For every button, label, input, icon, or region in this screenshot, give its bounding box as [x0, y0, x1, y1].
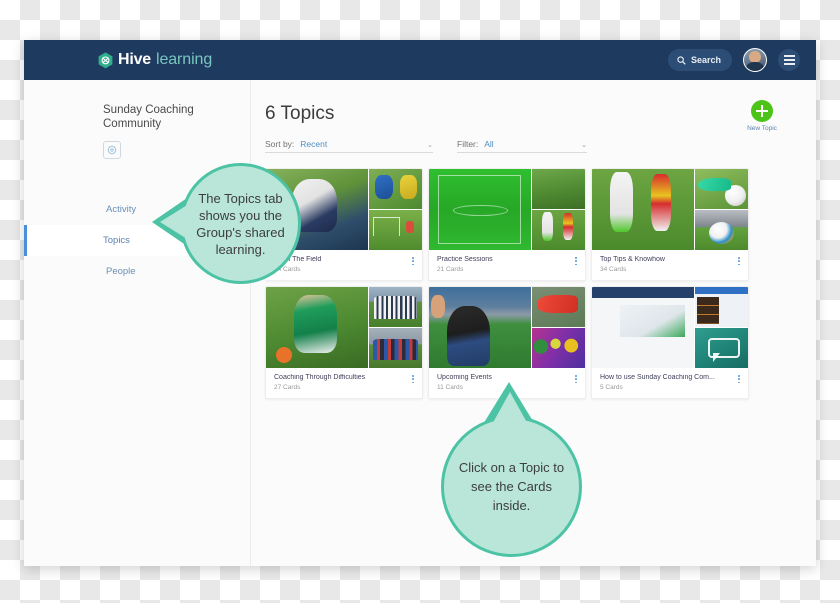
topic-title: Top Tips & Knowhow [600, 256, 665, 263]
menu-line [783, 63, 795, 66]
topic-card-meta: Practice Sessions 21 Cards [429, 250, 585, 280]
callout-text: The Topics tab shows you the Group's sha… [196, 190, 285, 257]
chevron-down-icon: ⌄ [581, 142, 587, 149]
topic-thumbnail [592, 169, 748, 250]
menu-line [783, 59, 795, 61]
topic-card[interactable]: Coaching Through Difficulties 27 Cards [265, 286, 423, 399]
filter-bar: Sort by: Recent ⌄ Filter: All ⌄ [265, 139, 816, 153]
thumbnail-image [429, 287, 531, 368]
thumbnail-image [695, 287, 748, 327]
sidebar-item-label: Topics [103, 235, 130, 246]
hamburger-menu-icon[interactable] [778, 49, 800, 71]
sidebar-item-label: People [106, 266, 136, 277]
topic-card-count: 27 Cards [274, 384, 301, 391]
gear-icon [107, 145, 117, 155]
thumbnail-image [266, 287, 368, 368]
more-options-icon[interactable] [575, 375, 577, 384]
topic-card[interactable]: Practice Sessions 21 Cards [428, 168, 586, 281]
topic-thumbnail [429, 287, 585, 368]
thumbnail-image [532, 169, 585, 209]
callout-tail-inner [490, 392, 530, 428]
group-name: Sunday Coaching Community [103, 104, 194, 130]
thumbnail-image [532, 210, 585, 250]
topic-title: Practice Sessions [437, 256, 493, 263]
brand-logo[interactable]: Hive learning [98, 51, 212, 69]
sidebar: Sunday Coaching Community Activity Topic… [24, 80, 251, 566]
topic-title: How to use Sunday Coaching Com... [600, 374, 715, 381]
filter-label: Filter: [457, 139, 479, 149]
sort-by-dropdown[interactable]: Sort by: Recent ⌄ [265, 139, 433, 153]
topic-thumbnail [266, 287, 422, 368]
thumbnail-image [695, 210, 748, 250]
topic-card-count: 5 Cards [600, 384, 623, 391]
thumbnail-image [532, 328, 585, 368]
search-button[interactable]: Search [667, 49, 732, 71]
topic-card-count: 24 Cards [274, 266, 301, 273]
topic-card-count: 21 Cards [437, 266, 464, 273]
new-topic-label: New Topic [747, 125, 777, 132]
thumbnail-image [695, 328, 748, 368]
more-options-icon[interactable] [412, 257, 414, 266]
thumbnail-image [532, 287, 585, 327]
app-body: Sunday Coaching Community Activity Topic… [24, 80, 816, 566]
topbar-actions: Search [667, 40, 800, 80]
sort-by-value: Recent [300, 139, 328, 149]
thumbnail-image [592, 287, 694, 368]
plus-icon [751, 100, 773, 122]
new-topic-button[interactable]: New Topic [734, 100, 790, 132]
app-window: Hive learning Search Sunday Coaching Com… [24, 40, 816, 566]
thumbnail-image [369, 328, 422, 368]
thumbnail-image [369, 210, 422, 250]
topic-title: Coaching Through Difficulties [274, 374, 366, 381]
filter-value: All [484, 139, 494, 149]
user-avatar[interactable] [743, 48, 767, 72]
menu-line [783, 54, 795, 57]
search-icon [677, 55, 686, 65]
thumbnail-image [369, 169, 422, 209]
group-settings-button[interactable] [103, 141, 121, 159]
thumbnail-image [429, 169, 531, 250]
search-label: Search [690, 55, 721, 65]
topic-thumbnail [429, 169, 585, 250]
more-options-icon[interactable] [738, 257, 740, 266]
more-options-icon[interactable] [738, 375, 740, 384]
topic-card[interactable]: How to use Sunday Coaching Com... 5 Card… [591, 286, 749, 399]
topic-card-meta: Coaching Through Difficulties 27 Cards [266, 368, 422, 398]
callout-text: Click on a Topic to see the Cards inside… [458, 460, 565, 513]
thumbnail-image [592, 169, 694, 250]
topic-card-meta: How to use Sunday Coaching Com... 5 Card… [592, 368, 748, 398]
topic-card[interactable]: Top Tips & Knowhow 34 Cards [591, 168, 749, 281]
callout-bubble-click-topic: Click on a Topic to see the Cards inside… [441, 416, 582, 557]
filter-dropdown[interactable]: Filter: All ⌄ [457, 139, 587, 153]
callout-tail-inner [160, 202, 192, 242]
callout-bubble-topics-tab: The Topics tab shows you the Group's sha… [180, 163, 301, 284]
chevron-down-icon: ⌄ [427, 142, 433, 149]
sort-by-label: Sort by: [265, 139, 295, 149]
more-options-icon[interactable] [412, 375, 414, 384]
logo-text-hive: Hive [118, 51, 151, 68]
thumbnail-image [369, 287, 422, 327]
hive-hexagon-icon [98, 51, 113, 69]
more-options-icon[interactable] [575, 257, 577, 266]
sidebar-item-label: Activity [106, 204, 137, 215]
topic-card-grid: From The Field 24 Cards Practice Session… [265, 168, 816, 399]
thumbnail-image [695, 169, 748, 209]
topic-card-meta: Top Tips & Knowhow 34 Cards [592, 250, 748, 280]
topic-title: Upcoming Events [437, 374, 492, 381]
topic-thumbnail [592, 287, 748, 368]
logo-text-learning: learning [156, 51, 213, 68]
top-navigation-bar: Hive learning Search [24, 40, 816, 80]
topic-card-count: 34 Cards [600, 266, 627, 273]
